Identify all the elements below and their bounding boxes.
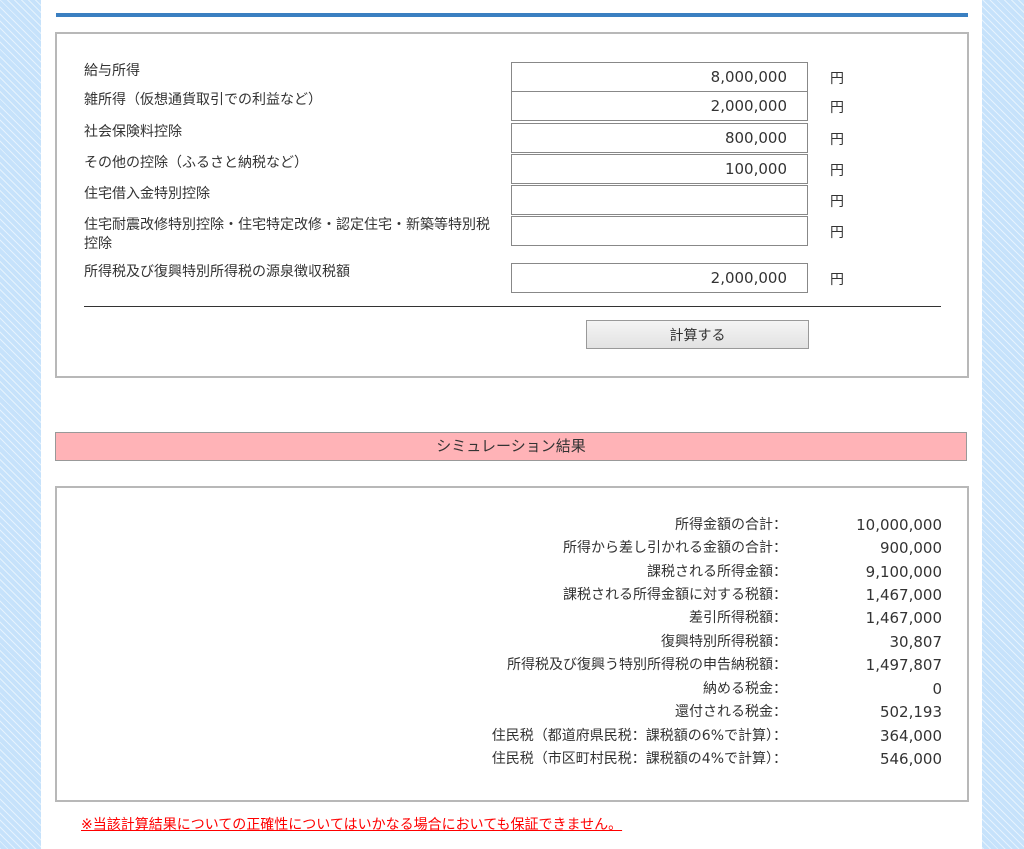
form-divider xyxy=(84,306,941,307)
result-label: 差引所得税額： xyxy=(689,610,787,626)
result-row: 所得税及び復興う特別所得税の申告納税額： 1,497,807 xyxy=(57,654,967,677)
yen-unit: 円 xyxy=(830,225,844,241)
field-row-withholding-tax: 所得税及び復興特別所得税の源泉徴収税額 円 xyxy=(84,263,864,293)
result-label: 所得金額の合計： xyxy=(675,517,787,533)
yen-unit: 円 xyxy=(830,272,844,288)
field-row-salary-income: 給与所得 円 xyxy=(84,62,864,92)
results-panel: 所得金額の合計： 10,000,000 所得から差し引かれる金額の合計： 900… xyxy=(55,486,969,802)
result-row: 所得金額の合計： 10,000,000 xyxy=(57,514,967,537)
salary-income-input[interactable] xyxy=(511,62,808,92)
result-row: 差引所得税額： 1,467,000 xyxy=(57,607,967,630)
page-container: 給与所得 円 雑所得（仮想通貨取引での利益など） 円 社会保険料控除 円 その他… xyxy=(41,0,982,849)
result-label: 所得から差し引かれる金額の合計： xyxy=(563,540,787,556)
result-row: 住民税（市区町村民税：課税額の4%で計算）： 546,000 xyxy=(57,748,967,771)
results-title: シミュレーション結果 xyxy=(55,432,967,461)
misc-income-input[interactable] xyxy=(511,91,808,121)
field-row-other-deduction: その他の控除（ふるさと納税など） 円 xyxy=(84,154,864,184)
social-insurance-deduction-input[interactable] xyxy=(511,123,808,153)
result-label: 納める税金： xyxy=(703,681,787,697)
result-value: 900,000 xyxy=(879,539,942,557)
result-label: 復興特別所得税額： xyxy=(661,634,787,650)
result-value: 364,000 xyxy=(879,727,942,745)
result-value: 1,467,000 xyxy=(865,609,942,627)
result-value: 1,467,000 xyxy=(865,586,942,604)
result-value: 502,193 xyxy=(879,703,942,721)
field-label: 給与所得 xyxy=(84,63,140,79)
result-row: 所得から差し引かれる金額の合計： 900,000 xyxy=(57,537,967,560)
withholding-tax-input[interactable] xyxy=(511,263,808,293)
result-row: 住民税（都道府県民税：課税額の6%で計算）： 364,000 xyxy=(57,725,967,748)
yen-unit: 円 xyxy=(830,194,844,210)
input-form: 給与所得 円 雑所得（仮想通貨取引での利益など） 円 社会保険料控除 円 その他… xyxy=(55,32,969,378)
result-value: 0 xyxy=(932,680,942,698)
result-row: 還付される税金： 502,193 xyxy=(57,701,967,724)
field-label: 社会保険料控除 xyxy=(84,124,182,140)
field-label: 住宅耐震改修特別控除・住宅特定改修・認定住宅・新築等特別税控除 xyxy=(84,217,490,252)
field-row-social-insurance: 社会保険料控除 円 xyxy=(84,123,864,153)
result-label: 課税される所得金額に対する税額： xyxy=(563,587,787,603)
result-label: 住民税（都道府県民税：課税額の6%で計算）： xyxy=(491,728,787,744)
result-row: 課税される所得金額： 9,100,000 xyxy=(57,561,967,584)
result-label: 住民税（市区町村民税：課税額の4%で計算）： xyxy=(491,751,787,767)
result-label: 課税される所得金額： xyxy=(647,564,787,580)
yen-unit: 円 xyxy=(830,163,844,179)
result-value: 10,000,000 xyxy=(856,516,942,534)
top-rule xyxy=(56,13,968,17)
result-value: 30,807 xyxy=(889,633,943,651)
result-label: 還付される税金： xyxy=(675,704,787,720)
field-label: 住宅借入金特別控除 xyxy=(84,186,210,202)
yen-unit: 円 xyxy=(830,100,844,116)
housing-renovation-deduction-input[interactable] xyxy=(511,216,808,246)
field-label: 所得税及び復興特別所得税の源泉徴収税額 xyxy=(84,264,350,280)
result-value: 1,497,807 xyxy=(865,656,942,674)
calculate-button[interactable]: 計算する xyxy=(586,320,809,349)
yen-unit: 円 xyxy=(830,132,844,148)
result-row: 納める税金： 0 xyxy=(57,678,967,701)
result-value: 546,000 xyxy=(879,750,942,768)
result-value: 9,100,000 xyxy=(865,563,942,581)
yen-unit: 円 xyxy=(830,71,844,87)
result-label: 所得税及び復興う特別所得税の申告納税額： xyxy=(507,657,787,673)
housing-loan-deduction-input[interactable] xyxy=(511,185,808,215)
field-label: その他の控除（ふるさと納税など） xyxy=(84,155,308,171)
field-row-housing-loan: 住宅借入金特別控除 円 xyxy=(84,185,864,215)
result-row: 復興特別所得税額： 30,807 xyxy=(57,631,967,654)
disclaimer-text: ※当該計算結果についての正確性についてはいかなる場合においても保証できません。 xyxy=(81,817,623,833)
field-row-misc-income: 雑所得（仮想通貨取引での利益など） 円 xyxy=(84,91,864,121)
other-deduction-input[interactable] xyxy=(511,154,808,184)
field-label: 雑所得（仮想通貨取引での利益など） xyxy=(84,92,322,108)
field-row-housing-renovation: 住宅耐震改修特別控除・住宅特定改修・認定住宅・新築等特別税控除 円 xyxy=(84,216,864,252)
result-row: 課税される所得金額に対する税額： 1,467,000 xyxy=(57,584,967,607)
